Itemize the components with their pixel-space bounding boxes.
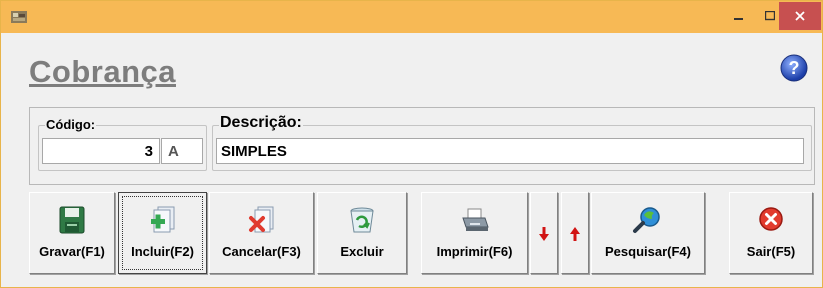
magnifier-icon bbox=[633, 207, 660, 233]
exit-icon bbox=[759, 207, 783, 231]
pesquisar-label: Pesquisar(F4) bbox=[605, 244, 691, 259]
pesquisar-button[interactable]: Pesquisar(F4) bbox=[591, 192, 705, 274]
cancel-document-icon bbox=[248, 206, 273, 233]
sair-button[interactable]: Sair(F5) bbox=[729, 192, 813, 274]
codigo-field[interactable]: 3 bbox=[42, 138, 160, 164]
descricao-field[interactable]: SIMPLES bbox=[216, 138, 804, 164]
new-document-icon bbox=[150, 206, 174, 233]
cancelar-label: Cancelar(F3) bbox=[222, 244, 301, 259]
close-button[interactable] bbox=[779, 2, 821, 30]
codigo-suffix-field[interactable]: A bbox=[161, 138, 203, 164]
arrow-down-icon bbox=[539, 227, 549, 241]
minimize-button[interactable] bbox=[724, 2, 754, 30]
page-title: Cobrança bbox=[29, 54, 176, 89]
descricao-value: SIMPLES bbox=[221, 142, 287, 160]
app-icon bbox=[11, 11, 27, 23]
gravar-button[interactable]: Gravar(F1) bbox=[29, 192, 115, 274]
incluir-label: Incluir(F2) bbox=[131, 244, 194, 259]
sair-label: Sair(F5) bbox=[746, 244, 796, 259]
excluir-label: Excluir bbox=[340, 244, 384, 259]
printer-icon bbox=[461, 208, 489, 231]
gravar-label: Gravar(F1) bbox=[39, 244, 105, 259]
floppy-disk-icon bbox=[59, 206, 85, 234]
incluir-button[interactable]: Incluir(F2) bbox=[118, 192, 207, 274]
previous-record-button[interactable] bbox=[561, 192, 589, 274]
recycle-bin-icon bbox=[350, 207, 374, 233]
codigo-suffix: A bbox=[168, 142, 179, 160]
app-window: Cobrança ? Código: Descrição: 3 A SIMPLE… bbox=[0, 0, 823, 288]
codigo-value: 3 bbox=[144, 142, 153, 160]
imprimir-button[interactable]: Imprimir(F6) bbox=[421, 192, 528, 274]
next-record-button[interactable] bbox=[530, 192, 558, 274]
arrow-up-icon bbox=[570, 227, 580, 241]
help-icon[interactable]: ? bbox=[780, 54, 808, 82]
close-icon bbox=[795, 11, 805, 21]
excluir-button[interactable]: Excluir bbox=[317, 192, 407, 274]
cancelar-button[interactable]: Cancelar(F3) bbox=[209, 192, 314, 274]
imprimir-label: Imprimir(F6) bbox=[436, 244, 513, 259]
svg-text:?: ? bbox=[789, 58, 800, 78]
descricao-label: Descrição: bbox=[219, 114, 303, 132]
title-bar[interactable] bbox=[1, 1, 822, 33]
codigo-label: Código: bbox=[45, 117, 97, 132]
